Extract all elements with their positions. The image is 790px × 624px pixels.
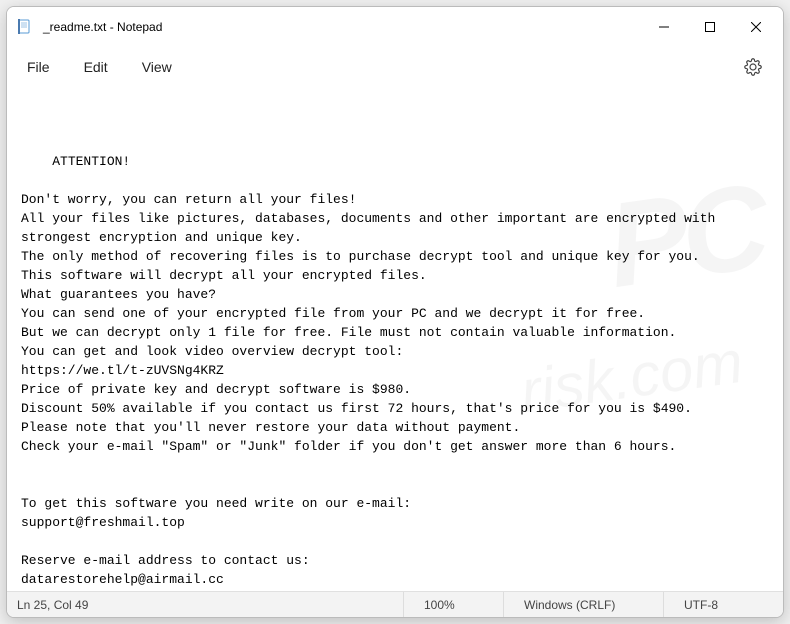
settings-button[interactable] bbox=[735, 49, 771, 85]
menubar: File Edit View bbox=[7, 47, 783, 87]
watermark-sub: risk.com bbox=[519, 352, 743, 402]
status-zoom: 100% bbox=[403, 592, 503, 617]
document-text: ATTENTION! Don't worry, you can return a… bbox=[21, 154, 723, 591]
close-button[interactable] bbox=[733, 7, 779, 47]
status-encoding: UTF-8 bbox=[663, 592, 783, 617]
window-controls bbox=[641, 7, 779, 47]
menu-view[interactable]: View bbox=[128, 53, 186, 81]
maximize-button[interactable] bbox=[687, 7, 733, 47]
status-line-ending: Windows (CRLF) bbox=[503, 592, 663, 617]
menu-file[interactable]: File bbox=[13, 53, 64, 81]
statusbar: Ln 25, Col 49 100% Windows (CRLF) UTF-8 bbox=[7, 591, 783, 617]
menu-edit[interactable]: Edit bbox=[70, 53, 122, 81]
notepad-icon bbox=[17, 19, 33, 35]
text-area[interactable]: PC risk.com ATTENTION! Don't worry, you … bbox=[7, 87, 783, 591]
window-title: _readme.txt - Notepad bbox=[43, 20, 641, 34]
notepad-window: _readme.txt - Notepad File Edit View PC bbox=[6, 6, 784, 618]
minimize-button[interactable] bbox=[641, 7, 687, 47]
titlebar: _readme.txt - Notepad bbox=[7, 7, 783, 47]
status-position: Ln 25, Col 49 bbox=[7, 598, 403, 612]
gear-icon bbox=[744, 58, 762, 76]
